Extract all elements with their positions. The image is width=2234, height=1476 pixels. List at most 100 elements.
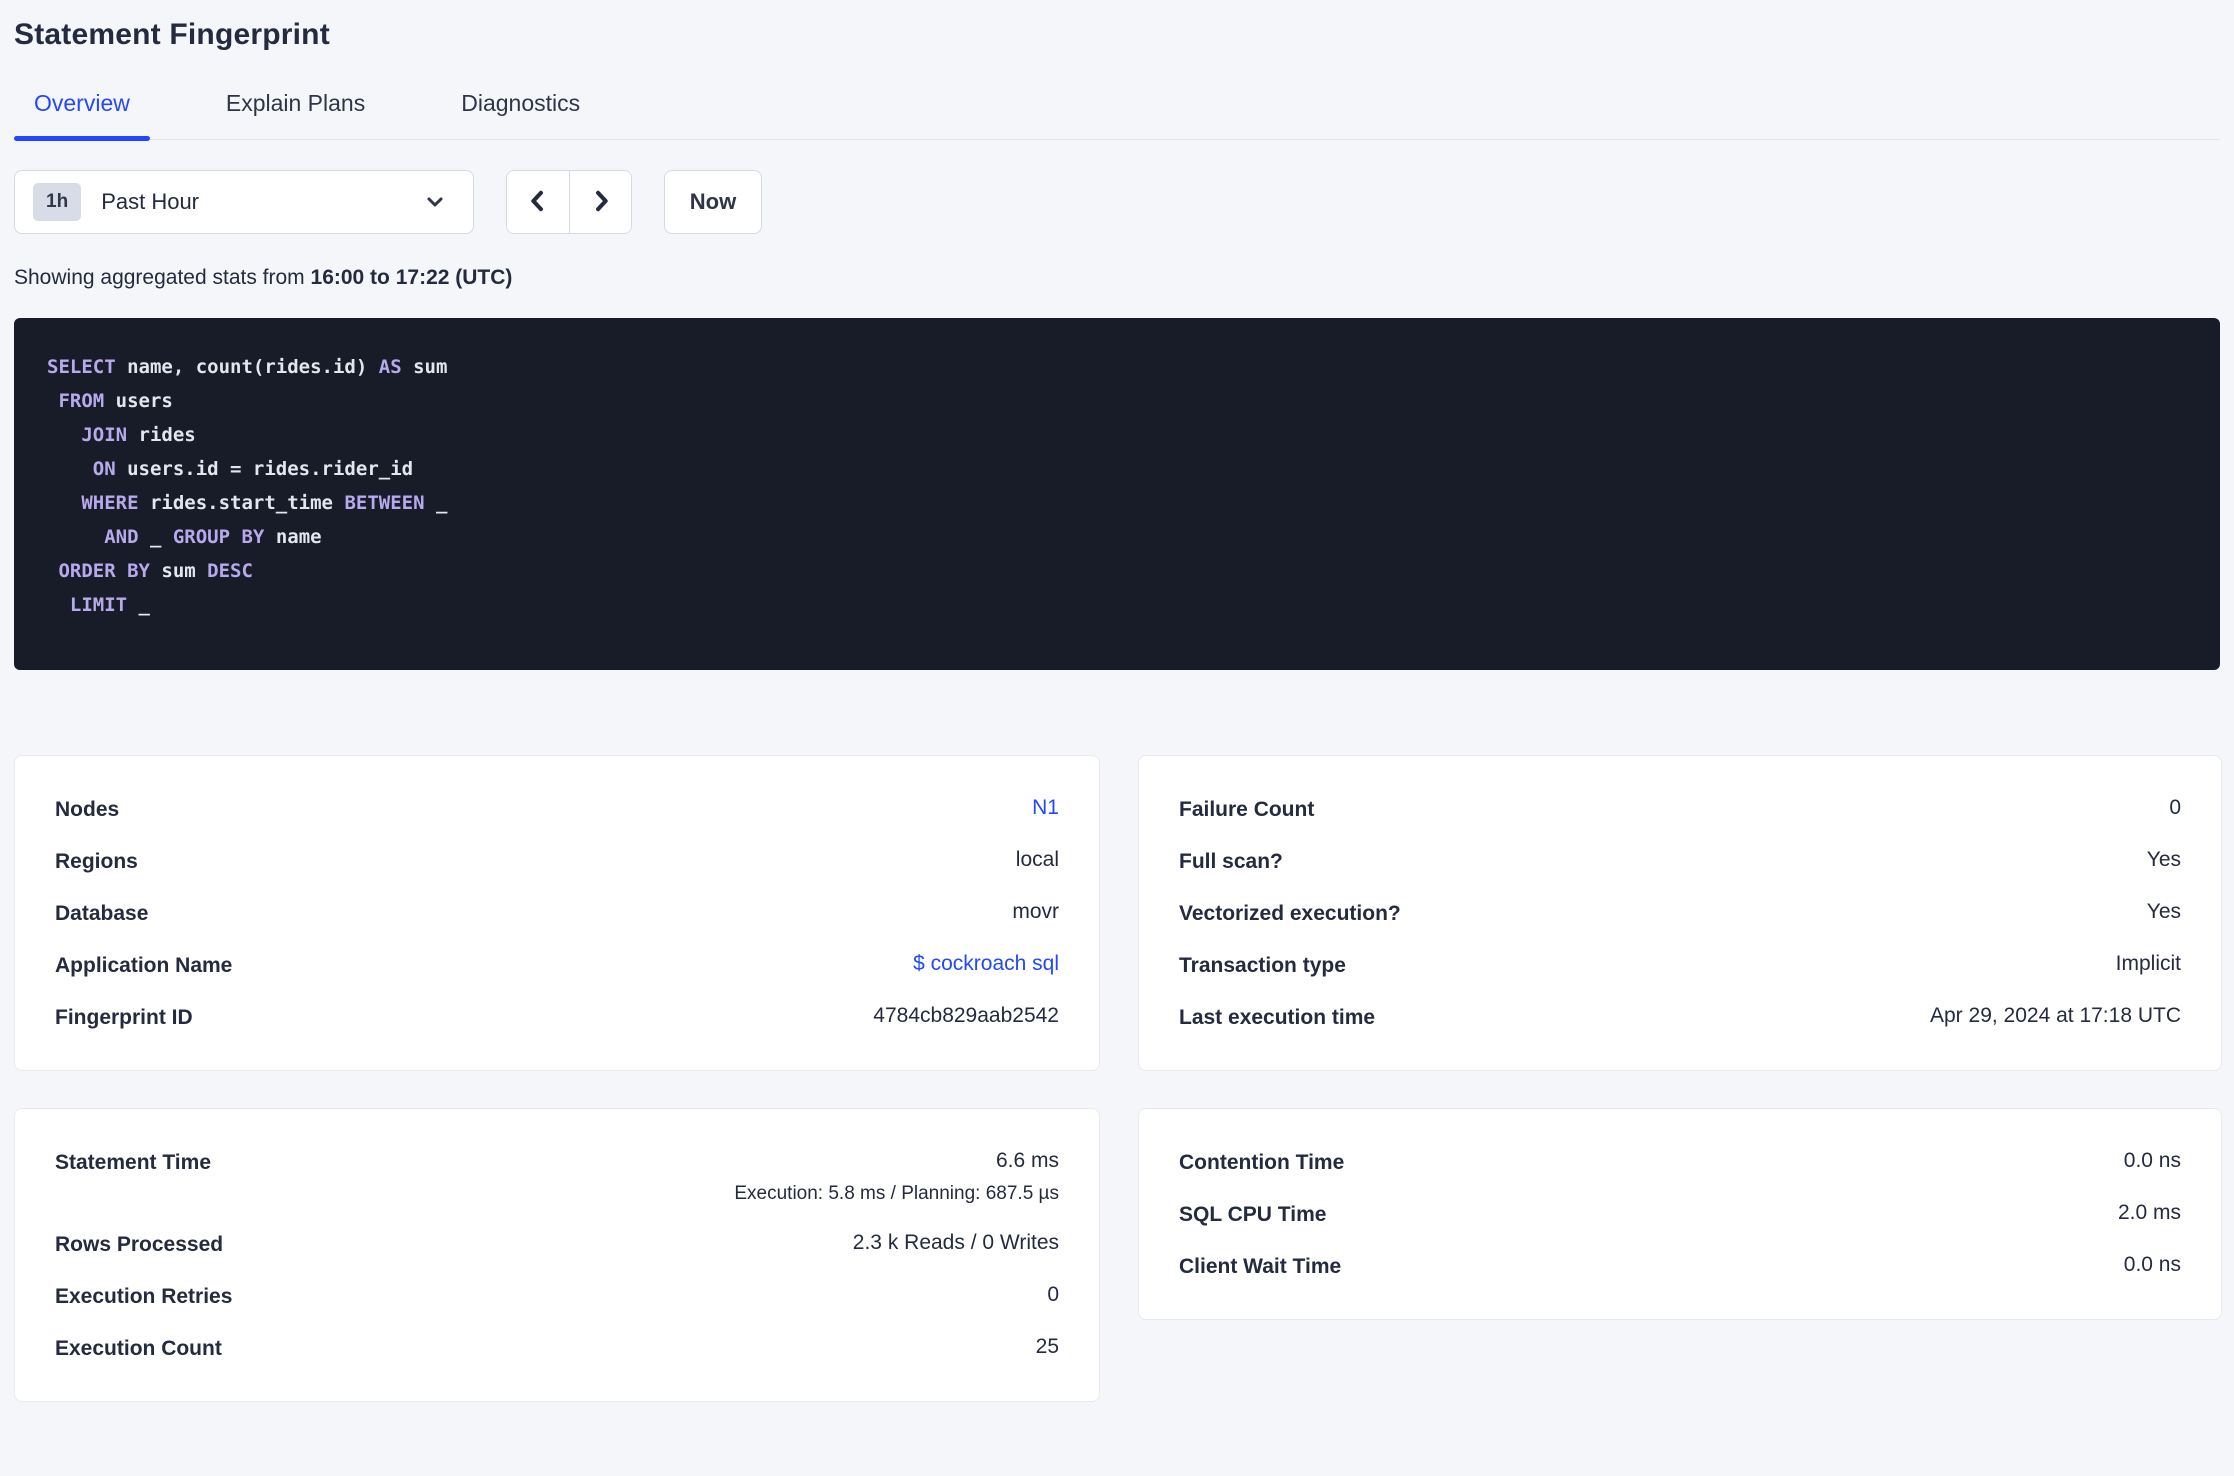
tab-explain-plans[interactable]: Explain Plans <box>206 90 385 139</box>
row-label: Database <box>55 902 149 925</box>
row-value-link[interactable]: N1 <box>1032 796 1059 820</box>
row-value-wrap: Implicit <box>2116 952 2181 976</box>
row-value: 0.0 ns <box>2123 1149 2181 1172</box>
sql-identifier <box>47 526 104 548</box>
sql-keyword: FROM <box>58 390 105 412</box>
sql-identifier <box>47 390 58 412</box>
row-value-wrap: 2.3 k Reads / 0 Writes <box>853 1231 1059 1255</box>
time-range-label: Past Hour <box>101 189 200 214</box>
sql-keyword: LIMIT <box>69 594 128 616</box>
card-row: Execution Retries 0 <box>55 1270 1059 1322</box>
tab-explain-plans-label: Explain Plans <box>225 90 366 116</box>
row-label: Rows Processed <box>55 1233 224 1256</box>
row-value: 0 <box>1047 1283 1059 1306</box>
prev-time-button[interactable] <box>507 171 569 233</box>
row-label: Nodes <box>55 798 120 821</box>
chevron-down-icon <box>423 190 447 214</box>
row-value-wrap: Apr 29, 2024 at 17:18 UTC <box>1930 1004 2181 1028</box>
sql-keyword: DESC <box>207 560 253 582</box>
row-value: local <box>1015 848 1059 871</box>
sql-line: FROM users <box>47 384 2196 418</box>
card-row: Nodes N1 <box>55 783 1059 835</box>
tab-overview-label: Overview <box>34 90 130 116</box>
row-label: SQL CPU Time <box>1179 1203 1327 1226</box>
sql-identifier: _ <box>127 594 150 616</box>
row-value: 0 <box>2169 796 2181 819</box>
aggregated-stats-caption: Showing aggregated stats from 16:00 to 1… <box>14 266 2220 290</box>
sql-identifier <box>47 594 70 616</box>
tab-overview[interactable]: Overview <box>14 90 150 141</box>
row-value: 25 <box>1035 1335 1059 1358</box>
card-row: SQL CPU Time 2.0 ms <box>1179 1188 2181 1240</box>
card-row: Statement Time 6.6 ms Execution: 5.8 ms / … <box>55 1136 1059 1218</box>
row-label: Last execution time <box>1179 1006 1376 1029</box>
sql-keyword: AND <box>104 526 139 548</box>
row-value: 2.3 k Reads / 0 Writes <box>852 1231 1059 1254</box>
now-button[interactable]: Now <box>664 170 762 234</box>
sql-keyword: ON <box>92 458 116 480</box>
row-value: movr <box>1012 900 1059 923</box>
row-label: Execution Count <box>55 1337 222 1360</box>
time-nav-group <box>506 170 632 234</box>
sql-keyword: GROUP BY <box>172 526 265 548</box>
statement-times-card: Statement Time 6.6 ms Execution: 5.8 ms / … <box>14 1108 1100 1402</box>
row-label: Regions <box>55 850 138 873</box>
card-row: Contention Time 0.0 ns <box>1179 1136 2181 1188</box>
summary-cards: Nodes N1 Regions local Database movr Applicati… <box>14 755 2222 1402</box>
sql-identifier: name, count(rides.id) <box>115 356 379 378</box>
sql-keyword: WHERE <box>81 492 139 514</box>
sql-identifier: _ <box>138 526 173 548</box>
card-row: Rows Processed 2.3 k Reads / 0 Writes <box>55 1218 1059 1270</box>
sql-identifier: rides <box>127 424 196 446</box>
sql-keyword: AS <box>378 356 402 378</box>
next-time-button[interactable] <box>569 171 631 233</box>
row-value-wrap: 4784cb829aab2542 <box>873 1004 1059 1028</box>
row-value-wrap: N1 <box>1032 796 1059 820</box>
row-value: Implicit <box>2115 952 2181 975</box>
sql-line: SELECT name, count(rides.id) AS sum <box>47 350 2196 384</box>
card-row: Execution Count 25 <box>55 1322 1059 1374</box>
sql-keyword: ORDER BY <box>58 560 150 582</box>
row-value: Yes <box>2146 900 2181 923</box>
row-value-wrap: local <box>1016 848 1059 872</box>
row-value: 4784cb829aab2542 <box>873 1004 1059 1027</box>
time-picker-row: 1h Past Hour Now <box>14 170 2220 234</box>
row-value: 6.6 ms <box>995 1149 1059 1172</box>
row-value-link[interactable]: $ cockroach sql <box>913 952 1059 976</box>
card-row: Vectorized execution? Yes <box>1179 887 2181 939</box>
row-label: Application Name <box>55 954 233 977</box>
row-value-wrap: 0 <box>1047 1283 1059 1307</box>
row-value-wrap: 0.0 ns <box>2124 1253 2181 1277</box>
sql-identifier <box>47 458 93 480</box>
row-value: Yes <box>2146 848 2181 871</box>
chevron-left-icon <box>524 187 552 218</box>
row-label: Execution Retries <box>55 1285 233 1308</box>
row-value-wrap: 25 <box>1036 1335 1059 1359</box>
tab-diagnostics-label: Diagnostics <box>461 90 581 116</box>
row-value-wrap: 0.0 ns <box>2124 1149 2181 1173</box>
sql-identifier: _ <box>424 492 448 514</box>
sql-line: WHERE rides.start_time BETWEEN _ <box>47 486 2196 520</box>
sql-line: JOIN rides <box>47 418 2196 452</box>
aggregated-stats-prefix: Showing aggregated stats from <box>14 266 311 289</box>
tab-bar: Overview Explain Plans Diagnostics <box>14 90 2220 141</box>
card-row: Last execution time Apr 29, 2024 at 17:18… <box>1179 991 2181 1043</box>
sql-identifier: users.id = rides.rider_id <box>115 458 414 480</box>
sql-identifier <box>47 560 58 582</box>
row-label: Client Wait Time <box>1179 1255 1342 1278</box>
time-range-dropdown[interactable]: 1h Past Hour <box>14 170 474 234</box>
row-value-wrap: 2.0 ms <box>2118 1201 2181 1225</box>
tab-diagnostics[interactable]: Diagnostics <box>441 90 600 139</box>
sql-identifier: sum <box>149 560 208 582</box>
row-label: Contention Time <box>1179 1151 1345 1174</box>
sql-identifier: users <box>104 390 173 412</box>
sql-line: ON users.id = rides.rider_id <box>47 452 2196 486</box>
sql-line: LIMIT _ <box>47 588 2196 622</box>
row-subvalue: Execution: 5.8 ms / Planning: 687.5 µs <box>734 1183 1059 1204</box>
sql-identifier: sum <box>401 356 448 378</box>
sql-keyword: BETWEEN <box>344 492 425 514</box>
card-row: Regions local <box>55 835 1059 887</box>
row-value: Apr 29, 2024 at 17:18 UTC <box>1930 1004 2181 1027</box>
page-title: Statement Fingerprint <box>14 18 330 51</box>
row-value-wrap: 6.6 ms Execution: 5.8 ms / Planning: 687.… <box>734 1149 1059 1205</box>
